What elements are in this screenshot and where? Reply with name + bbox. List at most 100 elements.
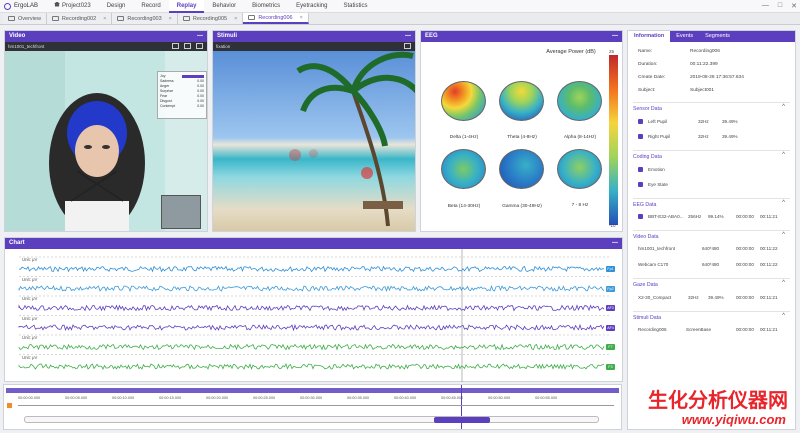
timeline-tick-label: 00:00:25.000: [253, 396, 276, 400]
close-tab-icon[interactable]: ×: [234, 16, 237, 22]
checkbox-emotion[interactable]: [638, 167, 643, 172]
collapse-chevron-icon[interactable]: ^: [782, 280, 785, 286]
nav-project[interactable]: Project023: [46, 0, 99, 13]
checkbox-left-pupil[interactable]: [638, 119, 643, 124]
band-label-gamma: Gamma (30-49Hz): [502, 204, 542, 209]
close-window-button[interactable]: ✕: [791, 2, 797, 10]
eeg-trace: [18, 285, 605, 293]
timeline-tick-label: 00:00:35.000: [347, 396, 370, 400]
band-label-beta: Beta (14-30Hz): [447, 204, 481, 209]
tab-recording005[interactable]: Recording005 ×: [177, 13, 244, 24]
coding-data-section[interactable]: Coding Data ^: [633, 150, 790, 161]
checkbox-right-pupil[interactable]: [638, 134, 643, 139]
scrollbar-thumb[interactable]: [434, 417, 490, 423]
left-pupil-pct: 39.49%: [722, 119, 738, 124]
playback-timeline[interactable]: 00:00:00.000 00:00:05.000 00:00:10.000 00:0…: [3, 384, 622, 430]
video-source-name: hm1001_techfront: [638, 246, 676, 251]
channel-tag[interactable]: F7: [606, 344, 615, 350]
eeg-trace: [18, 304, 605, 312]
event-marker-icon[interactable]: [7, 403, 12, 408]
gaze-pct: 39.49%: [708, 295, 724, 300]
minimize-panel-icon[interactable]: —: [612, 238, 618, 249]
nav-behavior[interactable]: Behavior: [204, 0, 244, 13]
timeline-ticks: 00:00:00.000 00:00:05.000 00:00:10.000 00:0…: [18, 396, 608, 401]
stimulus-image[interactable]: [213, 51, 415, 231]
close-tab-icon[interactable]: ×: [300, 15, 303, 21]
eeg-panel-header: EEG —: [421, 31, 622, 42]
minimize-panel-icon[interactable]: —: [405, 31, 411, 42]
gaze-rate: 32Hz: [688, 295, 699, 300]
eeg-trace: [18, 343, 605, 351]
sensor-data-section[interactable]: Sensor Data ^: [633, 102, 790, 113]
emotion-overlay: Joy Sadness 0.00 Anger 0.00 Surprise 0.00 F…: [157, 71, 207, 119]
custom-band-input[interactable]: 7 - 8 Hz: [550, 203, 610, 208]
collapse-chevron-icon[interactable]: ^: [782, 104, 785, 110]
tab-overview[interactable]: Overview: [3, 13, 47, 24]
video-source-bar: hm1001_techfront: [5, 42, 207, 51]
tab-recording006[interactable]: Recording006 ×: [243, 13, 309, 24]
collapse-chevron-icon[interactable]: ^: [782, 313, 785, 319]
channel-unit-label: Unit: μV: [22, 296, 38, 301]
video-data-section[interactable]: Video Data ^: [633, 230, 790, 241]
emotion-name: Emotion: [648, 167, 665, 172]
tab-information[interactable]: Information: [628, 31, 671, 42]
nav-statistics[interactable]: Statistics: [335, 0, 375, 13]
tab-recording002[interactable]: Recording002 ×: [46, 13, 113, 24]
field-name-label: Name:: [638, 49, 653, 54]
channel-unit-label: Unit: μV: [22, 257, 38, 262]
expand-icon[interactable]: [404, 43, 411, 49]
scrubber-track[interactable]: [18, 405, 614, 406]
fullscreen-icon[interactable]: [172, 43, 179, 49]
channel-unit-label: Unit: μV: [22, 335, 38, 340]
nav-design[interactable]: Design: [99, 0, 134, 13]
channel-tag[interactable]: AF4: [606, 324, 615, 331]
checkbox-eeg[interactable]: [638, 214, 643, 219]
channel-tag[interactable]: AF3: [606, 305, 615, 311]
timeline-tick-label: 00:00:05.000: [65, 396, 88, 400]
eye-state-name: Eye State: [648, 182, 668, 187]
close-tab-icon[interactable]: ×: [103, 16, 106, 22]
waveform-svg: [18, 249, 610, 382]
gaze-device-name: X2-30_Compact: [638, 295, 672, 300]
stimuli-start: 00:00:00: [736, 327, 754, 332]
collapse-chevron-icon[interactable]: ^: [782, 200, 785, 206]
eeg-waveform-area[interactable]: Unit: μV Fp1 Unit: μV Fp2 Unit: μV AF3 Unit: μ…: [5, 249, 622, 382]
channel-tag[interactable]: F3: [606, 363, 615, 370]
channel-tag[interactable]: Fp2: [606, 285, 615, 292]
eeg-device-name: BBT-E32-ABA0...: [648, 214, 684, 219]
channel-tag[interactable]: Fp1: [606, 266, 615, 272]
chart-panel: Chart — Unit: μV Fp1 Unit: μV Fp2 Unit: μV AF3…: [4, 237, 623, 382]
gaze-data-section[interactable]: Gaze Data ^: [633, 278, 790, 289]
nav-biometrics[interactable]: Biometrics: [244, 0, 288, 13]
nav-replay[interactable]: Replay: [168, 0, 205, 13]
stimuli-type: ScreenBase: [686, 327, 712, 332]
tab-events[interactable]: Events: [670, 31, 699, 42]
webcam-inset[interactable]: [161, 195, 201, 229]
field-name-value: Recording006: [690, 49, 720, 54]
video-frame[interactable]: Joy Sadness 0.00 Anger 0.00 Surprise 0.00 F…: [5, 51, 207, 231]
checkbox-eye-state[interactable]: [638, 182, 643, 187]
app-logo[interactable]: ErgoLAB: [4, 2, 38, 10]
nav-eyetracking[interactable]: Eyetracking: [288, 0, 335, 13]
collapse-chevron-icon[interactable]: ^: [782, 232, 785, 238]
ergolab-logo-icon: [4, 2, 11, 10]
minimize-panel-icon[interactable]: —: [197, 31, 203, 42]
tab-segments[interactable]: Segments: [699, 31, 736, 42]
minimize-panel-icon[interactable]: —: [612, 31, 618, 42]
split-icon[interactable]: [196, 43, 203, 49]
power-colorbar: [609, 55, 618, 225]
close-tab-icon[interactable]: ×: [169, 16, 172, 22]
stimuli-data-section[interactable]: Stimuli Data ^: [633, 311, 790, 322]
timeline-tick-label: 00:00:20.000: [206, 396, 229, 400]
timeline-range-bar[interactable]: [6, 388, 619, 393]
scrollbar-track[interactable]: [24, 416, 599, 423]
collapse-chevron-icon[interactable]: ^: [782, 152, 785, 158]
pip-icon[interactable]: [184, 43, 191, 49]
minimize-button[interactable]: —: [762, 2, 769, 10]
maximize-button[interactable]: □: [778, 2, 782, 10]
nav-record[interactable]: Record: [133, 0, 168, 13]
webcam-start: 00:00:00: [736, 262, 754, 267]
colorbar-max-label: 25: [609, 49, 615, 54]
tab-recording003[interactable]: Recording003 ×: [112, 13, 178, 24]
eeg-data-section[interactable]: EEG Data ^: [633, 198, 790, 209]
